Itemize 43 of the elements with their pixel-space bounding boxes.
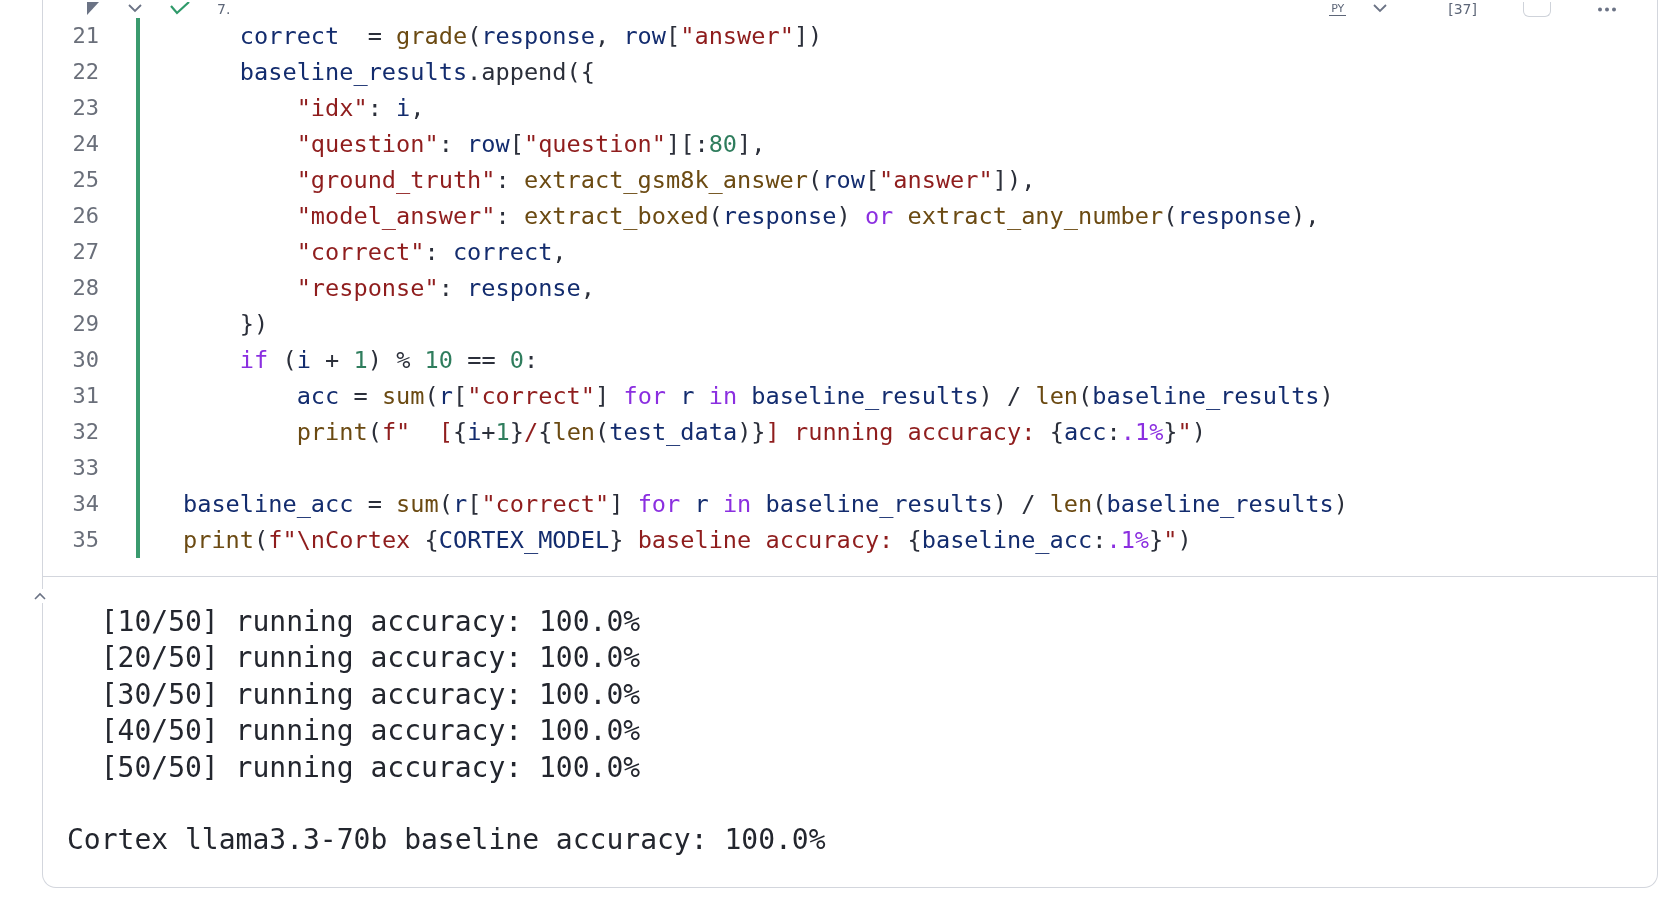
code-line: "correct": correct, [295,237,568,268]
code-line: acc = sum(r["correct"] for r in baseline_results) / len(baseline_results) [295,381,1335,412]
code-line: correct = grade(response, row["answer"]) [238,21,824,52]
line-number: 22 [71,58,99,86]
line-number: 33 [71,454,99,482]
line-number: 28 [71,274,99,302]
code-line: "idx": i, [295,93,426,124]
cell-number: 7. [217,1,231,17]
code-line: "response": response, [295,273,596,304]
output-line: [20/50] running accuracy: 100.0% [99,640,642,677]
line-number: 32 [71,418,99,446]
language-label[interactable]: PY [1329,2,1347,16]
language-chevron-icon[interactable] [1372,4,1389,14]
chevron-down-icon[interactable] [127,4,143,14]
line-number: 30 [71,346,99,374]
output-line: [10/50] running accuracy: 100.0% [99,604,642,640]
output-line: [50/50] running accuracy: 100.0% [99,749,642,786]
output-line: [30/50] running accuracy: 100.0% [99,676,642,713]
line-number: 21 [71,22,99,50]
more-icon[interactable] [1597,6,1617,12]
code-line: print(f" [{i+1}/{len(test_data)}] running accuracy: {acc:.1%}") [295,417,1207,448]
line-number: 35 [71,526,99,554]
execution-count: [37] [1448,1,1477,17]
output-line: Cortex llama3.3-70b baseline accuracy: 100.0% [67,822,827,859]
line-number: 34 [71,490,99,518]
line-number: 31 [71,382,99,410]
line-number: 23 [71,94,99,122]
output-line: [40/50] running accuracy: 100.0% [99,713,642,750]
line-number: 27 [71,238,99,266]
code-line: if (i + 1) % 10 == 0: [238,345,540,376]
code-line: baseline_acc = sum(r["correct"] for r in baseline_results) / len(baseline_results) [183,489,1349,520]
line-number: 25 [71,166,99,194]
line-number: 24 [71,130,99,158]
code-line: baseline_results.append({ [238,57,596,88]
run-icon[interactable] [85,2,101,16]
code-line: "model_answer": extract_boxed(response) or extract_any_number(response), [295,201,1321,232]
cell-checkbox[interactable] [1523,1,1551,17]
code-line: "ground_truth": extract_gsm8k_answer(row["answer"]), [295,165,1037,196]
code-line: "question": row["question"][:80], [295,129,767,160]
line-number: 26 [71,202,99,230]
code-line: print(f"\nCortex {CORTEX_MODEL} baseline accuracy: {baseline_acc:.1%}") [183,525,1193,556]
code-line: }) [238,309,270,340]
line-number: 29 [71,310,99,338]
